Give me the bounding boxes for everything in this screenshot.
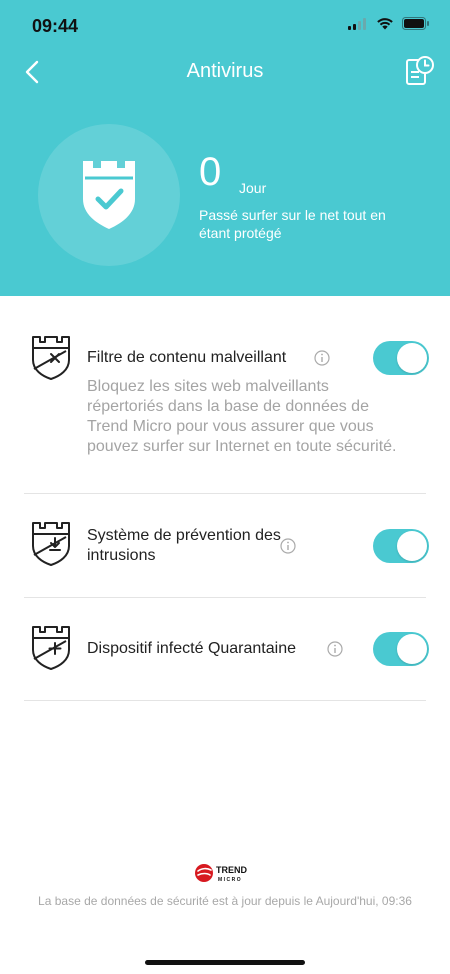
shield-x-icon <box>32 336 70 380</box>
info-icon[interactable] <box>314 350 330 366</box>
logo-text-bottom: MICRO <box>218 877 242 883</box>
logo-text-top: TREND <box>216 865 247 875</box>
database-update-status: La base de données de sécurité est à jou… <box>38 894 412 908</box>
shield-check-icon <box>83 161 135 229</box>
divider <box>24 597 426 598</box>
toggle-knob <box>397 634 427 664</box>
hero-badge <box>38 124 180 266</box>
feature-intrusion-prevention: Système de prévention des intrusions <box>24 520 429 580</box>
status-icons <box>348 17 430 30</box>
trend-micro-logo-icon: TREND MICRO <box>195 864 247 883</box>
feature-description: Bloquez les sites web malveillants réper… <box>87 378 397 455</box>
shield-download-icon <box>32 522 70 566</box>
feature-infected-device-quarantine: Dispositif infecté Quarantaine <box>24 622 429 678</box>
feature-title: Dispositif infecté Quarantaine <box>87 640 296 657</box>
history-button[interactable] <box>404 54 436 88</box>
info-icon[interactable] <box>327 641 343 657</box>
protected-days-unit: Jour <box>239 180 267 196</box>
home-indicator[interactable] <box>145 960 305 965</box>
intrusion-prevention-toggle[interactable] <box>373 529 429 563</box>
shield-plus-icon <box>32 626 70 670</box>
status-time: 09:44 <box>32 16 79 36</box>
infected-device-quarantine-toggle[interactable] <box>373 632 429 666</box>
protected-days-description: Passé surfer sur le net tout en étant pr… <box>199 207 386 241</box>
toggle-knob <box>397 531 427 561</box>
feature-malicious-content-filter: Filtre de contenu malveillant Bloquez le… <box>24 333 429 485</box>
cellular-signal-icon <box>348 17 366 30</box>
divider <box>24 700 426 701</box>
info-icon[interactable] <box>280 538 296 554</box>
battery-icon <box>402 17 429 30</box>
toggle-knob <box>397 343 427 373</box>
history-icon <box>406 56 434 85</box>
page-title: Antivirus <box>186 60 264 82</box>
feature-title: Filtre de contenu malveillant <box>87 349 287 366</box>
divider <box>24 493 426 494</box>
protected-days-count: 0 <box>199 150 222 194</box>
header: 09:44 Antivirus 0 Jour Passé surfer sur … <box>0 0 450 296</box>
wifi-icon <box>377 18 393 30</box>
malicious-content-filter-toggle[interactable] <box>373 341 429 375</box>
